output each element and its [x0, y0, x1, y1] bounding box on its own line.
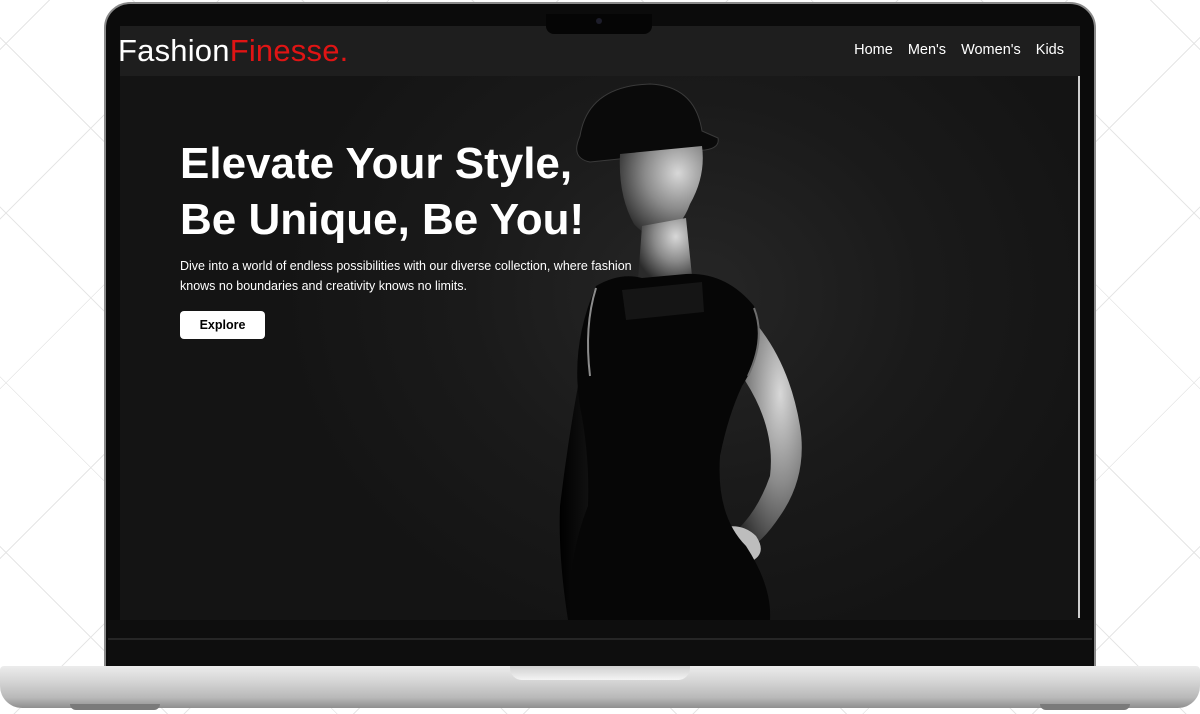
hero-title-line-1: Elevate Your Style,: [180, 139, 573, 188]
screen-edge: [1078, 76, 1080, 618]
laptop-foot-left: [70, 704, 160, 710]
hero-description-line-1: Dive into a world of endless possibiliti…: [180, 259, 632, 273]
camera-notch: [546, 14, 652, 34]
nav-links: Home Men's Women's Kids: [854, 42, 1064, 58]
logo-accent-text: Finesse.: [229, 33, 349, 68]
hero-description: Dive into a world of endless possibiliti…: [180, 256, 650, 296]
hero-section: Elevate Your Style, Be Unique, Be You! Di…: [120, 76, 1080, 620]
camera-icon: [596, 18, 602, 24]
browser-viewport: FashionFinesse. Home Men's Women's Kids: [120, 26, 1080, 620]
laptop-foot-right: [1040, 704, 1130, 710]
laptop-base: [0, 666, 1200, 708]
logo-main-text: Fashion: [120, 33, 230, 68]
trackpad-notch: [510, 666, 690, 680]
bezel-divider: [108, 638, 1092, 640]
lower-bezel: [108, 620, 1092, 668]
nav-link-kids[interactable]: Kids: [1036, 42, 1064, 58]
nav-link-mens[interactable]: Men's: [908, 42, 946, 58]
site-logo[interactable]: FashionFinesse.: [120, 33, 348, 69]
hero-description-line-2: knows no boundaries and creativity knows…: [180, 279, 467, 293]
hero-title-line-2: Be Unique, Be You!: [180, 195, 585, 244]
nav-link-womens[interactable]: Women's: [961, 42, 1021, 58]
explore-button[interactable]: Explore: [180, 311, 265, 339]
nav-link-home[interactable]: Home: [854, 42, 893, 58]
hero-title: Elevate Your Style, Be Unique, Be You!: [180, 136, 584, 248]
